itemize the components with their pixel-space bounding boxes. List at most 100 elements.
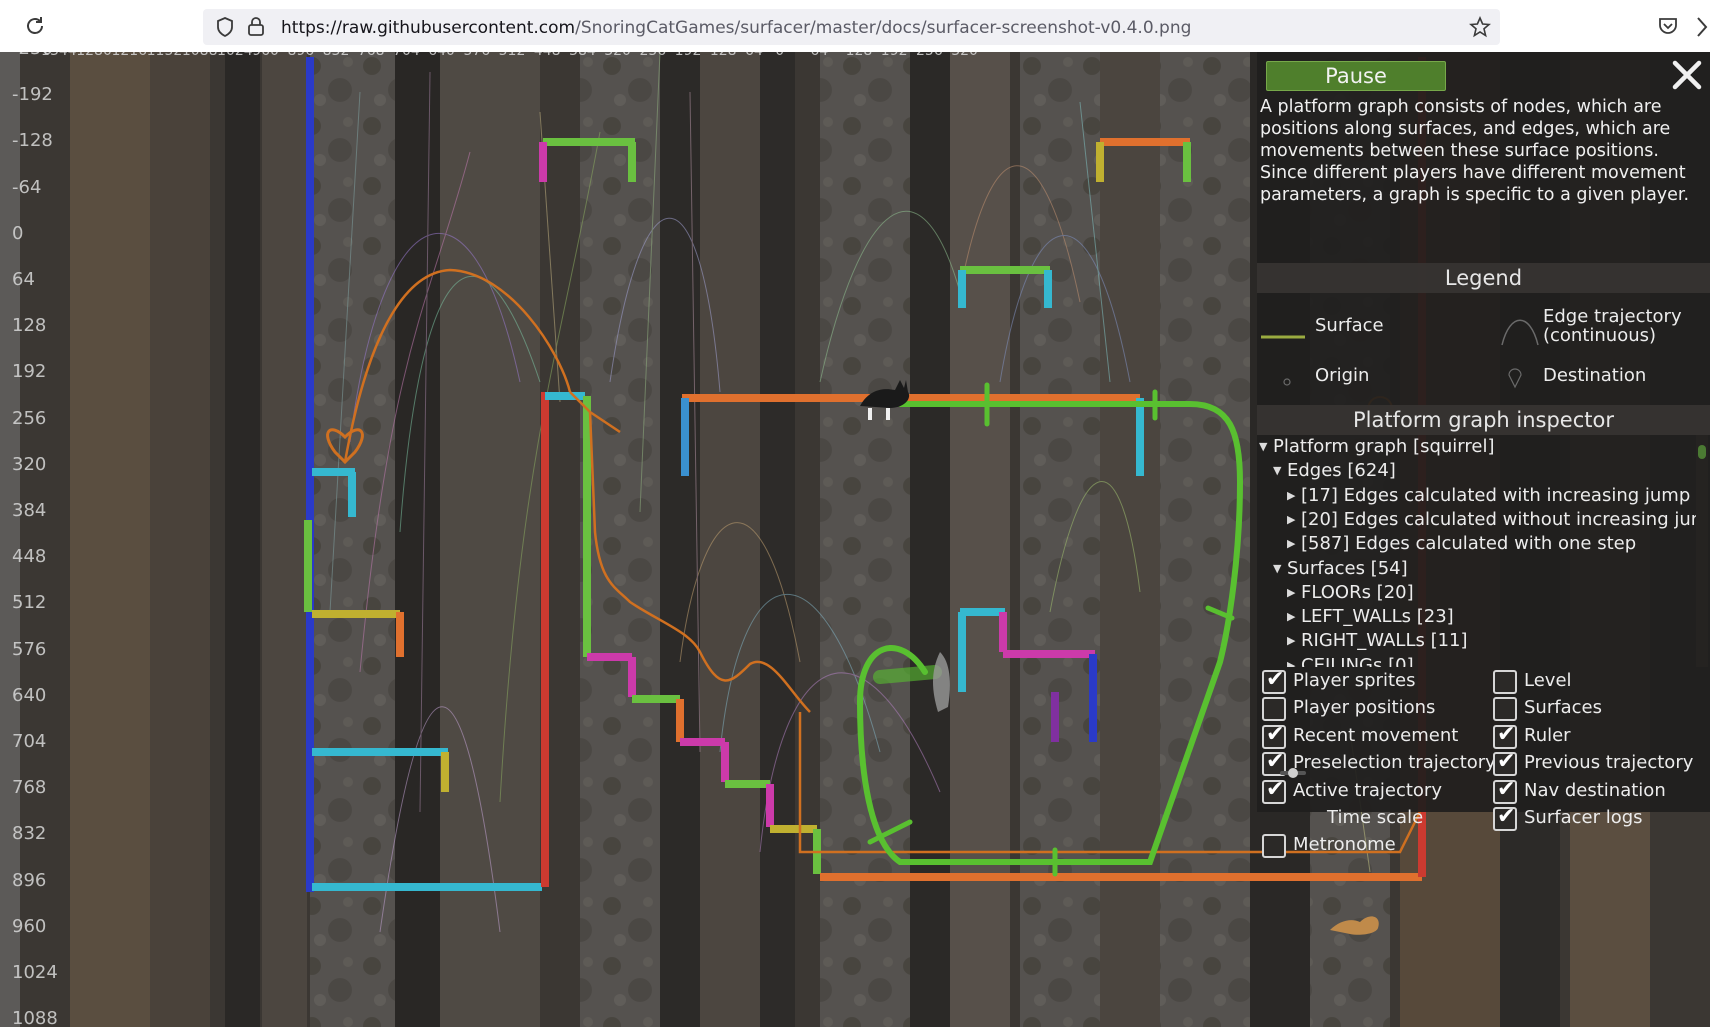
ruler-x-label: -576 xyxy=(458,52,490,59)
tree-item-label: LEFT_WALLs [23] xyxy=(1301,606,1454,628)
pause-button[interactable]: Pause xyxy=(1266,61,1446,91)
checkmark-icon: ✔ xyxy=(1497,776,1516,802)
ruler-y-label: -64 xyxy=(12,176,42,198)
ruler-y-label: 1024 xyxy=(12,962,58,983)
checkbox[interactable]: ✔ xyxy=(1262,776,1286,804)
checkbox-label: Player sprites xyxy=(1293,670,1416,691)
caret-right-icon[interactable]: ▶ xyxy=(1287,484,1301,508)
surface-legend-icon xyxy=(1261,324,1305,343)
tree-item-label: [17] Edges calculated with increasing ju… xyxy=(1301,484,1696,506)
tree-item[interactable]: ▶ RIGHT_WALLs [11] xyxy=(1287,629,1468,653)
shield-icon[interactable] xyxy=(215,17,235,40)
legend-origin-label: Origin xyxy=(1315,365,1370,386)
legend-title: Legend xyxy=(1257,263,1710,293)
ruler-x-label: 192 xyxy=(881,52,908,59)
caret-right-icon[interactable]: ▶ xyxy=(1287,532,1301,556)
legend-edge-line1: Edge trajectory xyxy=(1543,306,1682,327)
url-text[interactable]: https://raw.githubusercontent.com/Snorin… xyxy=(281,18,1191,38)
checkbox-label: Ruler xyxy=(1524,724,1571,746)
checkbox-label: Time scale xyxy=(1327,807,1424,828)
checkbox-label: Level xyxy=(1524,670,1572,691)
ruler-y-label: 1088 xyxy=(12,1008,58,1027)
checkmark-icon: ✔ xyxy=(1497,721,1516,747)
time-scale-slider[interactable] xyxy=(1280,768,1306,778)
ruler-y-label: 704 xyxy=(12,731,47,752)
reload-icon[interactable] xyxy=(24,15,46,40)
ruler-x-label: -64 xyxy=(740,52,763,59)
caret-right-icon[interactable]: ▶ xyxy=(1287,581,1301,605)
checkbox[interactable] xyxy=(1262,834,1286,859)
tree-item[interactable]: ▶ FLOORs [20] xyxy=(1287,581,1414,605)
inspector-title: Platform graph inspector xyxy=(1257,405,1710,435)
ruler-x-label: -896 xyxy=(282,52,314,59)
tree-item-label: Surfaces [54] xyxy=(1287,557,1408,579)
checkmark-icon: ✔ xyxy=(1497,804,1516,829)
tree-item[interactable]: ▼ Platform graph [squirrel] xyxy=(1259,435,1494,459)
caret-down-icon[interactable]: ▼ xyxy=(1259,435,1273,459)
legend-surface-label: Surface xyxy=(1315,315,1384,336)
description-text: A platform graph consists of nodes, whic… xyxy=(1260,97,1690,205)
ruler-y-label: 192 xyxy=(12,361,47,383)
url-bar[interactable]: https://raw.githubusercontent.com/Snorin… xyxy=(203,9,1500,45)
checkbox[interactable]: ✔ xyxy=(1493,776,1517,804)
ruler-x-label: -320 xyxy=(599,52,631,59)
extensions-icon[interactable] xyxy=(1696,16,1710,41)
close-icon[interactable] xyxy=(1668,56,1706,94)
caret-right-icon[interactable]: ▶ xyxy=(1287,605,1301,629)
ruler-x-label: -704 xyxy=(388,52,420,59)
tree-item-label: CEILINGs [0] xyxy=(1301,654,1414,667)
lock-icon[interactable] xyxy=(247,16,265,39)
ruler-y-label: 640 xyxy=(12,684,47,706)
caret-down-icon[interactable]: ▼ xyxy=(1273,557,1287,581)
ruler-x-label: -192 xyxy=(670,52,702,59)
ruler-x-label: 320 xyxy=(951,52,978,59)
platform-graph-tree[interactable]: ▼ Platform graph [squirrel] ▼ Edges [624] ▶[… xyxy=(1257,435,1696,667)
tree-item[interactable]: ▼ Surfaces [54] xyxy=(1273,557,1408,581)
caret-right-icon[interactable]: ▶ xyxy=(1287,508,1301,532)
caret-right-icon[interactable]: ▶ xyxy=(1287,629,1301,653)
tree-item[interactable]: ▶ [20] Edges calculated without increasin… xyxy=(1287,508,1696,532)
tree-item-label: Edges [624] xyxy=(1287,460,1396,482)
tree-item-label: [20] Edges calculated without increasing… xyxy=(1301,508,1696,530)
checkbox-label: Active trajectory xyxy=(1293,779,1442,801)
tree-item[interactable]: ▶ [587] Edges calculated with one step xyxy=(1287,532,1636,556)
ruler-x-label: -448 xyxy=(529,52,561,59)
tree-item[interactable]: ▶ [17] Edges calculated with increasing j… xyxy=(1287,484,1696,508)
time-scale-slider-thumb[interactable] xyxy=(1288,768,1298,778)
caret-down-icon[interactable]: ▼ xyxy=(1273,459,1287,483)
star-icon[interactable] xyxy=(1469,15,1491,41)
ruler-x-label: -768 xyxy=(353,52,385,59)
ruler-x-label: -128 xyxy=(705,52,737,59)
tree-scrollbar-thumb[interactable] xyxy=(1698,445,1706,459)
checkmark-icon: ✔ xyxy=(1266,721,1285,747)
checkbox-label: Player positions xyxy=(1293,697,1436,719)
checkbox[interactable]: ✔ xyxy=(1262,667,1286,694)
pocket-icon[interactable] xyxy=(1658,16,1678,39)
tree-item-label: FLOORs [20] xyxy=(1301,581,1414,603)
caret-right-icon[interactable]: ▶ xyxy=(1287,654,1301,667)
checkbox[interactable] xyxy=(1493,670,1517,694)
url-path: /SnoringCatGames/surfacer/master/docs/su… xyxy=(575,18,1192,38)
ruler-y-label: -256 xyxy=(12,52,53,59)
ruler-y-label: 576 xyxy=(12,638,47,660)
ruler-y-label: 64 xyxy=(12,269,35,290)
ruler-y-label: 448 xyxy=(12,546,47,568)
checkbox[interactable] xyxy=(1493,697,1517,722)
tree-item[interactable]: ▶ CEILINGs [0] xyxy=(1287,654,1414,667)
ruler-x-label: 64 xyxy=(810,52,828,59)
checkbox-label: Surfaces xyxy=(1524,697,1602,719)
ruler-y-label: 384 xyxy=(12,500,47,521)
ruler-x-label: 0 xyxy=(775,52,784,59)
tree-scrollbar[interactable] xyxy=(1696,435,1708,667)
checkbox[interactable]: ✔ xyxy=(1493,749,1517,777)
checkbox[interactable]: ✔ xyxy=(1493,721,1517,749)
checkmark-icon: ✔ xyxy=(1266,776,1285,802)
tree-item[interactable]: ▼ Edges [624] xyxy=(1273,459,1396,483)
ruler-y-label: 960 xyxy=(12,915,47,937)
checkbox-label: Nav destination xyxy=(1524,779,1666,801)
checkbox[interactable]: ✔ xyxy=(1262,721,1286,749)
checkbox[interactable] xyxy=(1262,697,1286,722)
checkbox[interactable]: ✔ xyxy=(1493,804,1517,831)
tree-item[interactable]: ▶ LEFT_WALLs [23] xyxy=(1287,605,1454,629)
ruler-x-label: -960 xyxy=(247,52,279,59)
